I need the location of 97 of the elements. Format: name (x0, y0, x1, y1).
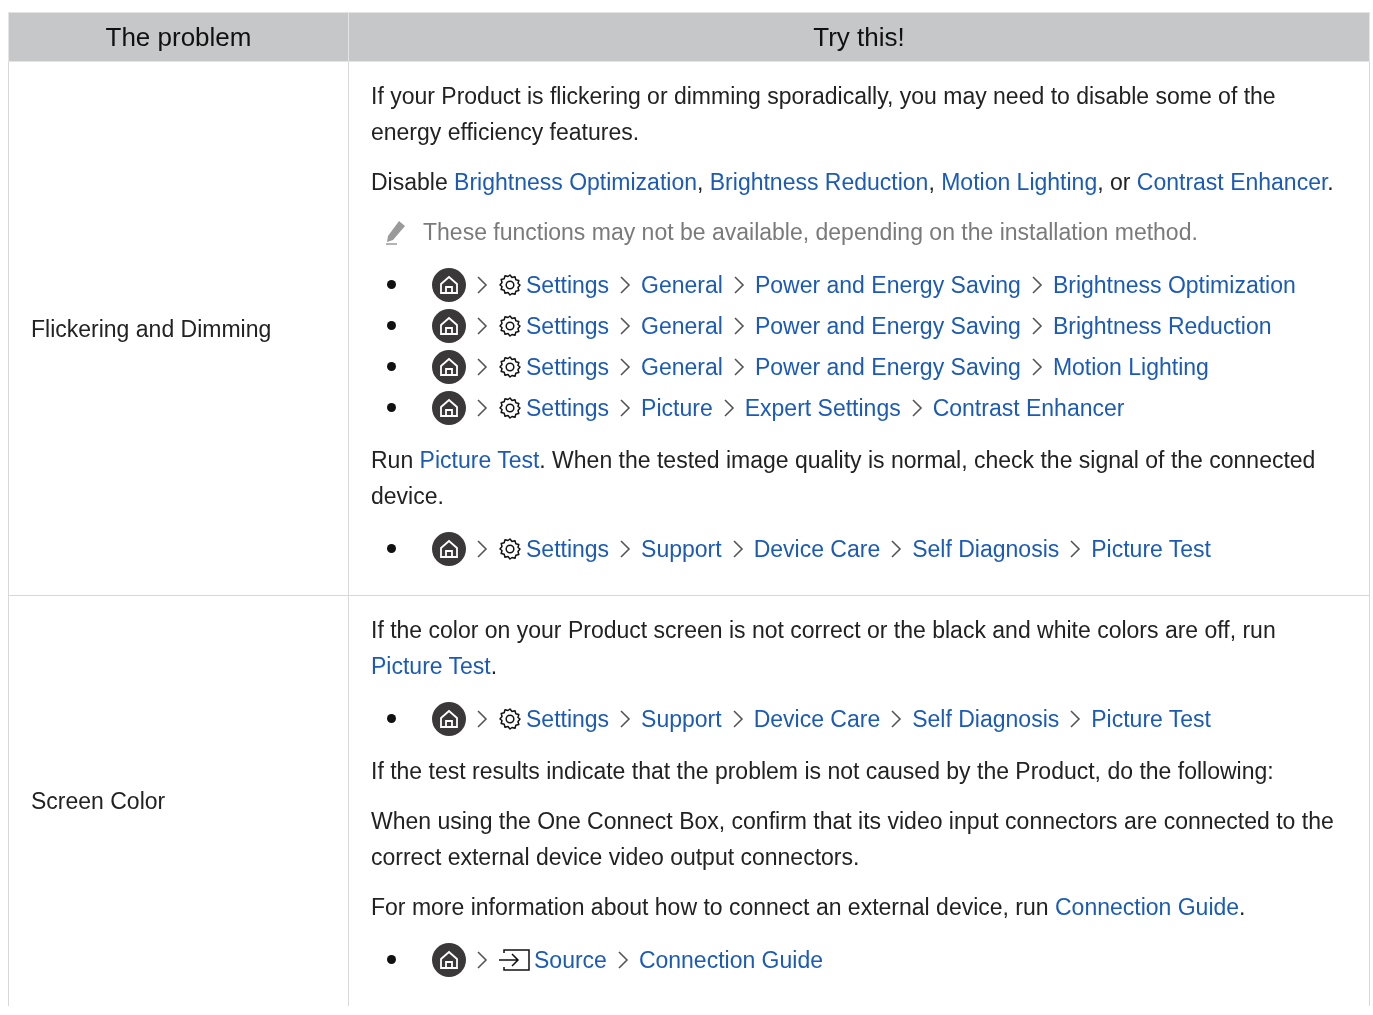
text-link[interactable]: Picture Test (371, 653, 491, 679)
menu-path-link[interactable]: Picture Test (1091, 530, 1211, 567)
menu-path-link[interactable]: Brightness Reduction (1052, 307, 1272, 344)
menu-path-link[interactable]: Power and Energy Saving (754, 307, 1021, 344)
settings-icon (498, 272, 522, 297)
menu-path-link[interactable]: Device Care (753, 530, 881, 567)
chevron-icon (476, 356, 488, 377)
chevron-icon (890, 708, 903, 729)
chevron-icon (616, 949, 629, 970)
menu-path-link[interactable]: Picture Test (1091, 700, 1211, 737)
menu-path-link[interactable]: Power and Energy Saving (754, 266, 1021, 303)
chevron-icon (619, 315, 632, 336)
menu-path-link[interactable]: Self Diagnosis (912, 700, 1060, 737)
settings-icon (498, 354, 522, 379)
menu-path-link[interactable]: Connection Guide (638, 941, 823, 978)
chevron-icon (731, 538, 744, 559)
chevron-icon (1069, 708, 1082, 729)
chevron-icon (731, 708, 744, 729)
chevron-icon (476, 949, 488, 970)
home-icon (432, 390, 466, 425)
menu-path-link[interactable]: General (641, 307, 723, 344)
menu-path-link[interactable]: Expert Settings (744, 389, 901, 426)
text-link[interactable]: Brightness Optimization (454, 169, 697, 195)
bullet-icon (387, 403, 396, 412)
menu-path-link[interactable]: Settings (498, 530, 610, 567)
chevron-icon (476, 397, 488, 418)
menu-path-link[interactable]: Settings (498, 348, 610, 385)
bullet-icon (387, 362, 396, 371)
home-icon (432, 308, 466, 343)
paragraph: If the test results indicate that the problem is not caused by the Product, do the following: (371, 757, 1275, 786)
paragraph: Run Picture Test. When the tested image quality is normal, check the signal of the connected device. (371, 446, 1317, 511)
bullet-icon (387, 321, 396, 330)
chevron-icon (722, 397, 735, 418)
menu-path-link[interactable]: Settings (498, 700, 610, 737)
text-link[interactable]: Contrast Enhancer (1136, 169, 1328, 195)
column-header: The problem (8, 12, 349, 62)
menu-path-link[interactable]: Device Care (753, 700, 881, 737)
settings-icon (498, 536, 522, 561)
paragraph: When using the One Connect Box, confirm that its video input connectors are connected to the correct external device video output connectors. (371, 807, 1335, 872)
chevron-icon (1030, 274, 1043, 295)
chevron-icon (1030, 356, 1043, 377)
problem-text: Screen Color (31, 788, 166, 814)
home-icon (432, 349, 466, 384)
home-icon (432, 942, 466, 977)
chevron-icon (910, 397, 923, 418)
menu-path-link[interactable]: Picture (641, 389, 713, 426)
menu-path-link[interactable]: Support (641, 530, 722, 567)
settings-icon (498, 395, 522, 420)
chevron-icon (476, 538, 488, 559)
menu-path-link[interactable]: General (641, 348, 723, 385)
bullet-icon (387, 280, 396, 289)
bullet-icon (387, 544, 396, 553)
chevron-icon (619, 397, 632, 418)
chevron-icon (619, 356, 632, 377)
chevron-icon (732, 274, 745, 295)
menu-path-link[interactable]: Self Diagnosis (912, 530, 1060, 567)
bullet-icon (387, 714, 396, 723)
chevron-icon (476, 274, 488, 295)
menu-path-link[interactable]: Settings (498, 389, 610, 426)
chevron-icon (476, 315, 488, 336)
text-link[interactable]: Picture Test (419, 447, 540, 473)
paragraph: Disable Brightness Optimization, Brightness Reduction, Motion Lighting, or Contrast Enhancer. (371, 168, 1335, 197)
chevron-icon (890, 538, 903, 559)
menu-path-link[interactable]: Power and Energy Saving (754, 348, 1021, 385)
home-icon (432, 701, 466, 736)
chevron-icon (732, 356, 745, 377)
bullet-icon (387, 955, 396, 964)
chevron-icon (619, 538, 632, 559)
home-icon (432, 267, 466, 302)
chevron-icon (619, 274, 632, 295)
text-link[interactable]: Motion Lighting (941, 169, 1098, 195)
settings-icon (498, 313, 522, 338)
column-header: Try this! (348, 12, 1370, 62)
text-link[interactable]: Connection Guide (1055, 894, 1240, 920)
problem-text: Flickering and Dimming (31, 315, 272, 342)
menu-path-link[interactable]: Settings (498, 266, 610, 303)
home-icon (432, 531, 466, 566)
pencil-icon (385, 219, 407, 245)
chevron-icon (1069, 538, 1082, 559)
paragraph: For more information about how to connect an external device, run Connection Guide. (371, 893, 1247, 922)
settings-icon (498, 706, 522, 731)
menu-path-link[interactable]: Motion Lighting (1052, 348, 1209, 385)
source-icon (498, 948, 530, 971)
chevron-icon (732, 315, 745, 336)
note-text: These functions may not be available, depending on the installation method. (423, 218, 1198, 247)
chevron-icon (619, 708, 632, 729)
menu-path-link[interactable]: General (641, 266, 723, 303)
paragraph: If the color on your Product screen is not correct or the black and white colors are off, run Picture Test. (371, 616, 1277, 681)
chevron-icon (476, 708, 488, 729)
menu-path-link[interactable]: Contrast Enhancer (932, 389, 1125, 426)
menu-path-link[interactable]: Brightness Optimization (1052, 266, 1296, 303)
menu-path-link[interactable]: Support (641, 700, 722, 737)
text-link[interactable]: Brightness Reduction (709, 169, 929, 195)
paragraph: If your Product is flickering or dimming sporadically, you may need to disable some of the energy efficiency features. (371, 82, 1277, 147)
menu-path-link[interactable]: Settings (498, 307, 610, 344)
chevron-icon (1030, 315, 1043, 336)
menu-path-link[interactable]: Source (498, 941, 607, 978)
